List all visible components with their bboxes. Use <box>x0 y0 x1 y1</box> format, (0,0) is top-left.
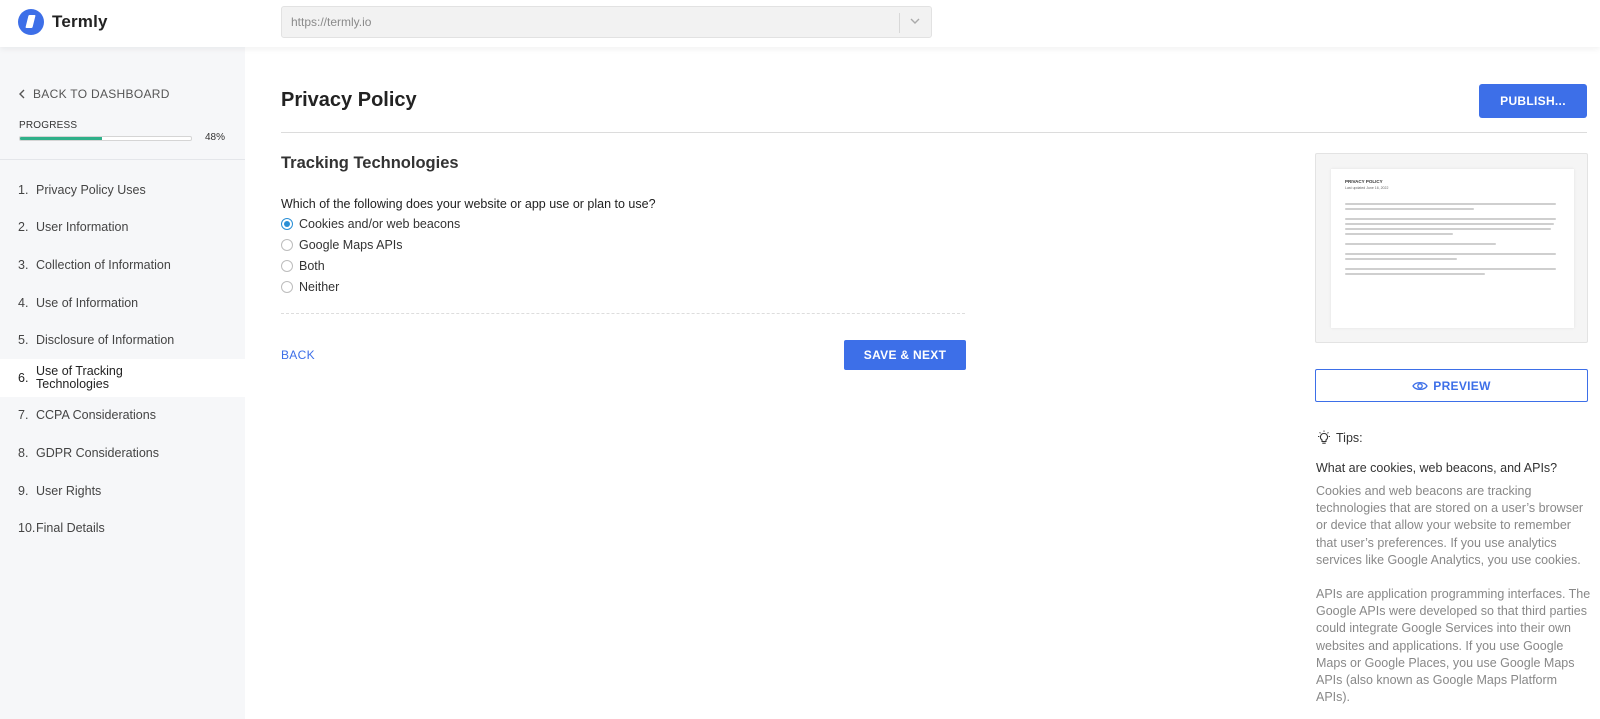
document-title: PRIVACY POLICY <box>1345 179 1383 184</box>
progress-label: PROGRESS <box>19 120 78 131</box>
sidebar-item-gdpr-considerations[interactable]: 8. GDPR Considerations <box>0 434 245 472</box>
doc-gap <box>1345 235 1560 240</box>
sidebar-item-privacy-policy-uses[interactable]: 1. Privacy Policy Uses <box>0 171 245 209</box>
termly-logo-icon <box>18 9 44 35</box>
eye-icon <box>1412 381 1429 390</box>
step-number: 6. <box>18 370 29 385</box>
doc-text-line <box>1345 268 1556 270</box>
step-number: 1. <box>18 182 29 197</box>
sidebar-item-use-of-information[interactable]: 4. Use of Information <box>0 284 245 322</box>
brand-name: Termly <box>52 12 108 31</box>
sidebar-item-collection-of-information[interactable]: 3. Collection of Information <box>0 246 245 284</box>
step-label: Use of Tracking Technologies <box>36 363 123 391</box>
tips-label: Tips: <box>1336 431 1363 445</box>
option-cookies-web-beacons[interactable]: Cookies and/or web beacons <box>281 214 460 235</box>
doc-text-line <box>1345 253 1556 255</box>
back-to-dashboard-link[interactable]: BACK TO DASHBOARD <box>18 87 170 101</box>
document-page: PRIVACY POLICY Last updated June 16, 202… <box>1331 169 1574 328</box>
step-number: 8. <box>18 445 29 460</box>
preview-label: PREVIEW <box>1433 378 1491 393</box>
top-bar: Termly https://termly.io <box>0 0 1600 47</box>
step-number: 10. <box>18 521 36 536</box>
sidebar-item-user-rights[interactable]: 9. User Rights <box>0 472 245 510</box>
step-list: 1. Privacy Policy Uses 2. User Informati… <box>0 171 245 547</box>
chevron-down-icon[interactable] <box>909 15 921 27</box>
option-label: Cookies and/or web beacons <box>299 217 461 232</box>
option-label: Both <box>299 258 325 273</box>
tips-question: What are cookies, web beacons, and APIs? <box>1316 461 1558 475</box>
step-label: Disclosure of Information <box>36 333 175 348</box>
save-and-next-button[interactable]: SAVE & NEXT <box>844 340 966 370</box>
step-label: User Rights <box>36 483 102 498</box>
page-title: Privacy Policy <box>281 89 417 111</box>
tips-header: Tips: <box>1316 430 1363 446</box>
sidebar-item-use-of-tracking-technologies[interactable]: 6. Use of Tracking Technologies <box>0 358 245 397</box>
option-label: Neither <box>299 279 340 294</box>
step-label: Collection of Information <box>36 257 171 272</box>
chevron-left-icon <box>19 89 25 99</box>
step-label: Use of Information <box>36 295 139 310</box>
lightbulb-icon <box>1318 430 1330 444</box>
step-label: Privacy Policy Uses <box>36 182 146 197</box>
tips-paragraph-apis: APIs are application programming interfa… <box>1316 587 1591 705</box>
radio-button[interactable] <box>281 259 293 272</box>
step-number: 9. <box>18 483 29 498</box>
title-divider <box>281 132 1587 133</box>
website-url-select[interactable]: https://termly.io <box>281 6 932 38</box>
logo[interactable]: Termly <box>18 9 108 35</box>
preview-button[interactable]: PREVIEW <box>1315 369 1588 402</box>
step-label: User Information <box>36 220 129 235</box>
website-url-value: https://termly.io <box>291 15 372 29</box>
sidebar-item-ccpa-considerations[interactable]: 7. CCPA Considerations <box>0 397 245 435</box>
option-label: Google Maps APIs <box>299 238 403 253</box>
doc-text-line <box>1345 223 1554 225</box>
sidebar-item-final-details[interactable]: 10. Final Details <box>0 509 245 547</box>
step-label: Final Details <box>36 521 105 536</box>
doc-text-line <box>1345 218 1556 220</box>
option-neither[interactable]: Neither <box>281 276 460 297</box>
progress-percent: 48% <box>205 132 226 143</box>
form-divider <box>281 313 965 314</box>
question-text: Which of the following does your website… <box>281 197 656 211</box>
doc-gap <box>1345 245 1560 250</box>
radio-group: Cookies and/or web beacons Google Maps A… <box>281 214 460 297</box>
progress-bar <box>19 136 192 141</box>
sidebar: BACK TO DASHBOARD PROGRESS 48% 1. Privac… <box>0 47 245 719</box>
tips-paragraph-cookies: Cookies and web beacons are tracking tec… <box>1316 484 1584 567</box>
step-number: 4. <box>18 295 29 310</box>
back-to-dashboard-label: BACK TO DASHBOARD <box>33 87 170 101</box>
select-divider <box>899 13 900 33</box>
radio-button[interactable] <box>281 280 293 293</box>
step-number: 3. <box>18 257 29 272</box>
option-both[interactable]: Both <box>281 256 460 277</box>
step-label: GDPR Considerations <box>36 445 159 460</box>
option-google-maps-apis[interactable]: Google Maps APIs <box>281 235 460 256</box>
document-preview-thumbnail[interactable]: PRIVACY POLICY Last updated June 16, 202… <box>1315 153 1588 343</box>
publish-button[interactable]: PUBLISH... <box>1479 84 1587 118</box>
doc-gap <box>1345 195 1560 200</box>
doc-text-line <box>1345 203 1556 205</box>
doc-text-line <box>1345 228 1552 230</box>
doc-gap <box>1345 260 1560 265</box>
doc-text-line <box>1345 273 1485 275</box>
progress-bar-fill <box>20 137 103 140</box>
sidebar-divider <box>0 159 245 160</box>
step-number: 5. <box>18 333 29 348</box>
radio-button[interactable] <box>281 218 293 231</box>
doc-gap <box>1345 210 1560 215</box>
radio-button[interactable] <box>281 239 293 252</box>
section-title: Tracking Technologies <box>281 154 459 172</box>
step-label: CCPA Considerations <box>36 408 156 423</box>
step-number: 7. <box>18 408 29 423</box>
sidebar-item-user-information[interactable]: 2. User Information <box>0 209 245 247</box>
back-link[interactable]: BACK <box>281 348 315 362</box>
step-number: 2. <box>18 220 29 235</box>
sidebar-item-disclosure-of-information[interactable]: 5. Disclosure of Information <box>0 321 245 359</box>
